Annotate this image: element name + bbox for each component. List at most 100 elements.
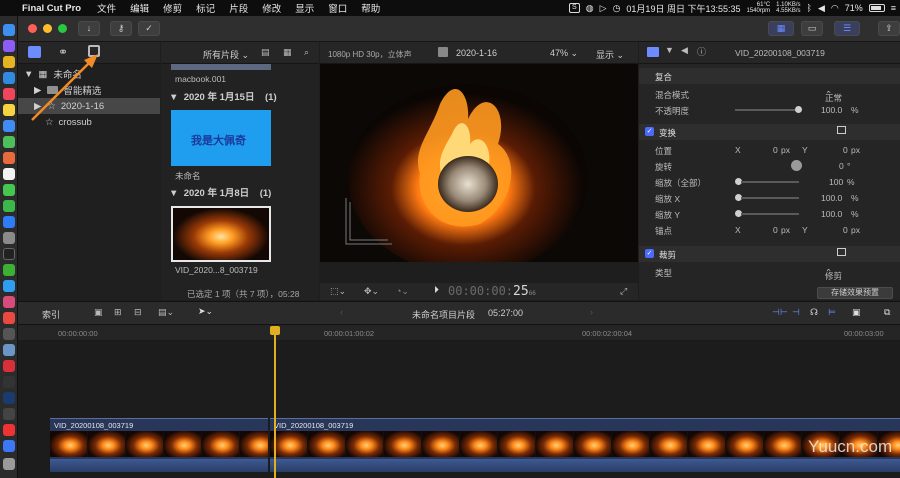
feishu-icon[interactable] — [3, 440, 15, 452]
search-icon[interactable]: ⌕ — [304, 47, 309, 58]
menu-mark[interactable]: 标记 — [196, 1, 215, 15]
terminal-icon[interactable] — [3, 248, 15, 260]
zoom-dropdown[interactable]: 47% ⌄ — [550, 48, 578, 59]
color-inspector-tab-icon[interactable]: ▼ — [665, 45, 674, 55]
menu-help[interactable]: 帮助 — [361, 1, 380, 15]
finder-icon[interactable] — [3, 24, 15, 36]
app-store-icon[interactable] — [3, 216, 15, 228]
app-menu[interactable]: Final Cut Pro — [22, 3, 81, 14]
zoom-window-button[interactable] — [58, 24, 67, 33]
youtube-icon[interactable] — [3, 424, 15, 436]
opacity-slider[interactable] — [735, 109, 799, 111]
insert-clip-icon[interactable]: ⊞ — [114, 307, 122, 318]
transform-checkbox[interactable]: ✓ — [645, 127, 654, 136]
play-circle-icon[interactable]: ▷ — [600, 3, 607, 14]
overwrite-clip-icon[interactable]: ▤⌄ — [158, 307, 174, 318]
crop-type-popup[interactable]: 修剪 ⌃ — [825, 267, 842, 281]
clip-thumbnail-selected[interactable] — [171, 206, 271, 262]
youku-icon[interactable] — [3, 296, 15, 308]
menubar-clock[interactable]: 01月19日 周日 下午13:55:35 — [626, 2, 740, 15]
skimming-icon[interactable]: ⊣ — [792, 307, 800, 318]
playhead[interactable] — [274, 326, 276, 478]
inspector-toggle-button[interactable]: ☰ — [834, 21, 860, 36]
safari-icon[interactable] — [3, 72, 15, 84]
param-value[interactable]: 0 — [843, 145, 848, 155]
save-effects-preset-button[interactable]: 存储效果预置 — [817, 287, 893, 299]
messages-icon[interactable] — [3, 184, 15, 196]
timeline-clip[interactable]: VID_20200108_003719 — [50, 418, 268, 472]
keywords-button[interactable]: ⚷ — [110, 21, 132, 36]
scale-x-slider[interactable] — [741, 197, 799, 199]
calculator-icon[interactable] — [3, 328, 15, 340]
play-button[interactable]: ⏵ — [434, 285, 439, 296]
info-inspector-tab-icon[interactable]: ⓘ — [697, 45, 706, 58]
menu-edit[interactable]: 编辑 — [130, 1, 149, 15]
video-inspector-tab-icon[interactable] — [647, 47, 659, 57]
blend-mode-popup[interactable]: 正常 ⌃ — [825, 89, 842, 103]
wifi-icon[interactable]: ◠ — [831, 3, 839, 14]
connect-clip-icon[interactable]: ▣ — [94, 307, 103, 318]
calendar-icon[interactable] — [3, 168, 15, 180]
viewer-canvas[interactable] — [320, 64, 638, 262]
fullscreen-icon[interactable]: ⤢ — [620, 286, 627, 297]
clip-filter-dropdown[interactable]: 所有片段 ⌄ — [203, 48, 249, 61]
battery-icon[interactable] — [868, 4, 885, 12]
transform-onscreen-icon[interactable] — [837, 126, 846, 134]
clip-appearance-timeline-icon[interactable]: ▣ — [852, 307, 861, 318]
param-value[interactable]: 0 — [839, 161, 844, 171]
index-button[interactable]: 索引 — [42, 308, 60, 321]
facetime-icon[interactable] — [3, 200, 15, 212]
share-button[interactable]: ⇪ — [878, 21, 900, 36]
netease-icon[interactable] — [3, 360, 15, 372]
menu-trim[interactable]: 修剪 — [163, 1, 182, 15]
cpu-monitor[interactable]: 61°C 1540rpm — [746, 2, 770, 14]
audio-skimming-icon[interactable]: ⊣⊢ — [772, 307, 788, 318]
clip-appearance-icon[interactable]: ▤ — [261, 47, 270, 58]
transform-section[interactable]: ✓ 变换 — [639, 124, 900, 140]
network-monitor[interactable]: 1.10KB/s 4.55KB/s — [776, 2, 800, 14]
bluetooth-icon[interactable]: ᛒ — [807, 3, 812, 13]
append-clip-icon[interactable]: ⊟ — [134, 307, 142, 318]
param-value[interactable]: 0 — [773, 145, 778, 155]
fcp-icon[interactable] — [3, 408, 15, 420]
photoshop-icon[interactable] — [3, 392, 15, 404]
date-group-header[interactable]: ▼ 2020 年 1月15日 (1) — [169, 89, 277, 103]
history-back-icon[interactable]: ‹ — [340, 307, 343, 317]
rotation-dial[interactable] — [791, 160, 802, 171]
scale-y-slider[interactable] — [741, 213, 799, 215]
s-status-icon[interactable]: S — [568, 3, 580, 13]
effects-tool-icon[interactable]: ✥⌄ — [364, 286, 379, 297]
layout-grid-button[interactable]: ▦ — [768, 21, 794, 36]
audio-inspector-tab-icon[interactable]: ◀ — [681, 45, 688, 56]
opacity-slider-knob[interactable] — [795, 106, 802, 113]
import-button[interactable]: ↓ — [78, 21, 100, 36]
effects-browser-icon[interactable]: ⧉ — [884, 307, 890, 318]
playhead-handle[interactable] — [270, 326, 280, 335]
timeline[interactable]: VID_20200108_003719 VID_20200108_003719 … — [18, 341, 900, 478]
chrome-icon[interactable] — [3, 56, 15, 68]
menu-view[interactable]: 显示 — [295, 1, 314, 15]
date-group-header[interactable]: ▼ 2020 年 1月8日 (1) — [169, 185, 271, 199]
settings-icon[interactable] — [3, 232, 15, 244]
timeline-layout-button[interactable]: ▭ — [801, 21, 823, 36]
menu-file[interactable]: 文件 — [97, 1, 116, 15]
battery-percent[interactable]: 71% — [845, 3, 863, 13]
music-icon[interactable] — [3, 88, 15, 100]
crop-onscreen-icon[interactable] — [837, 248, 846, 256]
filmstrip-view-icon[interactable]: ▦ — [283, 47, 292, 58]
minimize-window-button[interactable] — [43, 24, 52, 33]
composite-section[interactable]: 复合 — [639, 68, 900, 84]
photos-icon[interactable] — [3, 152, 15, 164]
menu-clip[interactable]: 片段 — [229, 1, 248, 15]
monitor-icon[interactable] — [3, 376, 15, 388]
menu-modify[interactable]: 修改 — [262, 1, 281, 15]
param-value[interactable]: 0 — [773, 225, 778, 235]
param-value[interactable]: 100 — [829, 177, 843, 187]
view-dropdown[interactable]: 显示 ⌄ — [596, 48, 624, 61]
notes-icon[interactable] — [3, 104, 15, 116]
snapping-icon[interactable]: ⊨ — [828, 307, 836, 318]
preview-icon[interactable] — [3, 344, 15, 356]
clip-thumbnail[interactable]: 我是大佩奇 — [171, 110, 271, 166]
param-value[interactable]: 100.0 — [821, 209, 842, 219]
param-value[interactable]: 100.0 — [821, 105, 842, 115]
